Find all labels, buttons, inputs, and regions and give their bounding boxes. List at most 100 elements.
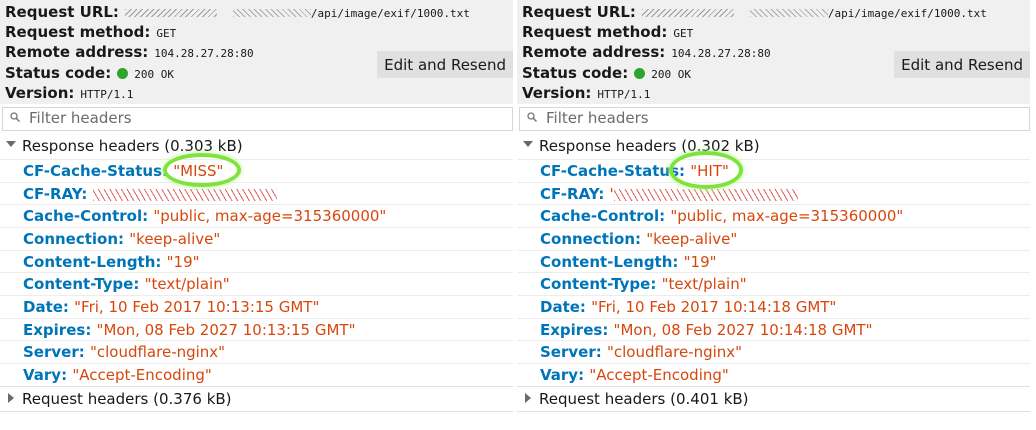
status-code-label: Status code: (5, 64, 112, 82)
header-row[interactable]: CF-Cache-Status: "HIT" (517, 159, 1030, 182)
request-method-value: GET (673, 27, 694, 40)
status-dot-icon (117, 68, 129, 79)
filter-headers-input[interactable] (29, 109, 499, 127)
redacted-host-2 (232, 8, 311, 17)
redacted-host-2 (749, 8, 828, 17)
header-value: "Mon, 08 Feb 2027 10:13:15 GMT" (96, 321, 356, 339)
header-name: Vary: "Accept-Encoding" (23, 366, 212, 384)
header-row[interactable]: CF-RAY: ' (517, 182, 1030, 205)
request-headers-group[interactable]: Request headers (0.376 kB) (0, 388, 513, 410)
request-headers-group[interactable]: Request headers (0.401 kB) (517, 388, 1030, 410)
header-row[interactable]: Server: "cloudflare-nginx" (517, 340, 1030, 363)
status-code-value: 200 OK (651, 68, 691, 81)
edit-and-resend-button[interactable]: Edit and Resend (894, 51, 1030, 78)
status-dot-icon (634, 68, 646, 79)
request-headers-label: Request headers (0.376 kB) (22, 390, 232, 408)
header-value: "public, max-age=315360000" (153, 207, 387, 225)
request-url-value[interactable]: /api/image/exif/1000.txt (828, 7, 987, 20)
header-name: Content-Type: "text/plain" (23, 275, 230, 293)
filter-headers-box[interactable] (519, 107, 1030, 131)
header-name: Cache-Control: "public, max-age=31536000… (23, 207, 387, 225)
twisty-expanded-icon[interactable] (6, 141, 16, 147)
divider (517, 411, 1030, 412)
request-url-value[interactable]: /api/image/exif/1000.txt (311, 7, 470, 20)
request-headers-label: Request headers (0.401 kB) (539, 390, 749, 408)
request-url-label: Request URL: (522, 3, 636, 21)
header-row[interactable]: Expires: "Mon, 08 Feb 2027 10:14:18 GMT" (517, 318, 1030, 341)
header-name: Content-Length: "19" (540, 253, 717, 271)
version-row: Version: HTTP/1.1 (5, 84, 133, 104)
header-row[interactable]: Connection: "keep-alive" (0, 227, 513, 250)
header-row[interactable]: Connection: "keep-alive" (517, 227, 1030, 250)
header-row[interactable]: Cache-Control: "public, max-age=31536000… (0, 204, 513, 227)
divider (0, 386, 513, 387)
header-name: Content-Length: "19" (23, 253, 200, 271)
header-value: "public, max-age=315360000" (670, 207, 904, 225)
request-method-row: Request method: GET (522, 23, 693, 43)
filter-headers-box[interactable] (2, 107, 513, 131)
request-summary: Request URL: /api/image/exif/1000.txt Req… (517, 0, 1030, 104)
remote-address-value: 104.28.27.28:80 (154, 47, 254, 60)
header-row[interactable]: Content-Length: "19" (0, 250, 513, 273)
edit-and-resend-button[interactable]: Edit and Resend (377, 51, 513, 78)
header-value: "Accept-Encoding" (589, 366, 729, 384)
header-row[interactable]: Date: "Fri, 10 Feb 2017 10:14:18 GMT" (517, 295, 1030, 318)
version-row: Version: HTTP/1.1 (522, 84, 650, 104)
version-value: HTTP/1.1 (597, 88, 651, 101)
header-name: Server: "cloudflare-nginx" (23, 343, 226, 361)
request-url-row: Request URL: /api/image/exif/1000.txt (5, 3, 470, 23)
remote-address-row: Remote address: 104.28.27.28:80 (5, 43, 254, 63)
request-panel-right: Request URL: /api/image/exif/1000.txt Req… (517, 0, 1030, 430)
status-code-row: Status code: 200 OK (5, 64, 174, 84)
search-icon (10, 112, 20, 122)
header-value: "Mon, 08 Feb 2027 10:14:18 GMT" (613, 321, 873, 339)
header-row[interactable]: Content-Type: "text/plain" (0, 272, 513, 295)
twisty-expanded-icon[interactable] (523, 141, 533, 147)
divider (0, 411, 513, 412)
header-name: Connection: "keep-alive" (23, 230, 221, 248)
header-value: "19" (683, 253, 717, 271)
status-code-label: Status code: (522, 64, 629, 82)
redacted-host (124, 8, 217, 17)
filter-headers-input[interactable] (546, 109, 1016, 127)
header-name: Date: "Fri, 10 Feb 2017 10:13:15 GMT" (23, 298, 320, 316)
header-name: Cache-Control: "public, max-age=31536000… (540, 207, 904, 225)
twisty-collapsed-icon[interactable] (525, 393, 531, 403)
version-value: HTTP/1.1 (80, 88, 134, 101)
header-value: "Accept-Encoding" (72, 366, 212, 384)
header-row[interactable]: Vary: "Accept-Encoding" (517, 363, 1030, 386)
request-method-label: Request method: (5, 23, 151, 41)
header-value: "keep-alive" (646, 230, 738, 248)
request-method-value: GET (156, 27, 177, 40)
header-value: "text/plain" (661, 275, 747, 293)
redacted-cf-ray (613, 188, 798, 201)
header-row[interactable]: Date: "Fri, 10 Feb 2017 10:13:15 GMT" (0, 295, 513, 318)
header-value: "Fri, 10 Feb 2017 10:14:18 GMT" (591, 298, 837, 316)
header-value: "cloudflare-nginx" (89, 343, 226, 361)
header-name: Server: "cloudflare-nginx" (540, 343, 743, 361)
header-row[interactable]: Expires: "Mon, 08 Feb 2027 10:13:15 GMT" (0, 318, 513, 341)
header-value: "cloudflare-nginx" (606, 343, 743, 361)
header-row[interactable]: CF-Cache-Status: "MISS" (0, 159, 513, 182)
header-name: CF-RAY: ' (540, 183, 798, 205)
request-method-row: Request method: GET (5, 23, 176, 43)
header-row[interactable]: Content-Type: "text/plain" (517, 272, 1030, 295)
header-value: "keep-alive" (129, 230, 221, 248)
header-row[interactable]: CF-RAY: (0, 182, 513, 205)
remote-address-label: Remote address: (5, 43, 149, 61)
search-icon (527, 112, 537, 122)
header-name: Date: "Fri, 10 Feb 2017 10:14:18 GMT" (540, 298, 837, 316)
remote-address-label: Remote address: (522, 43, 666, 61)
header-value: "19" (166, 253, 200, 271)
header-row[interactable]: Server: "cloudflare-nginx" (0, 340, 513, 363)
response-headers-group[interactable]: Response headers (0.302 kB) (517, 135, 1030, 157)
header-row[interactable]: Content-Length: "19" (517, 250, 1030, 273)
request-url-label: Request URL: (5, 3, 119, 21)
redacted-host (641, 8, 734, 17)
divider (517, 386, 1030, 387)
header-row[interactable]: Vary: "Accept-Encoding" (0, 363, 513, 386)
twisty-collapsed-icon[interactable] (8, 393, 14, 403)
header-row[interactable]: Cache-Control: "public, max-age=31536000… (517, 204, 1030, 227)
request-url-row: Request URL: /api/image/exif/1000.txt (522, 3, 987, 23)
response-headers-group[interactable]: Response headers (0.303 kB) (0, 135, 513, 157)
